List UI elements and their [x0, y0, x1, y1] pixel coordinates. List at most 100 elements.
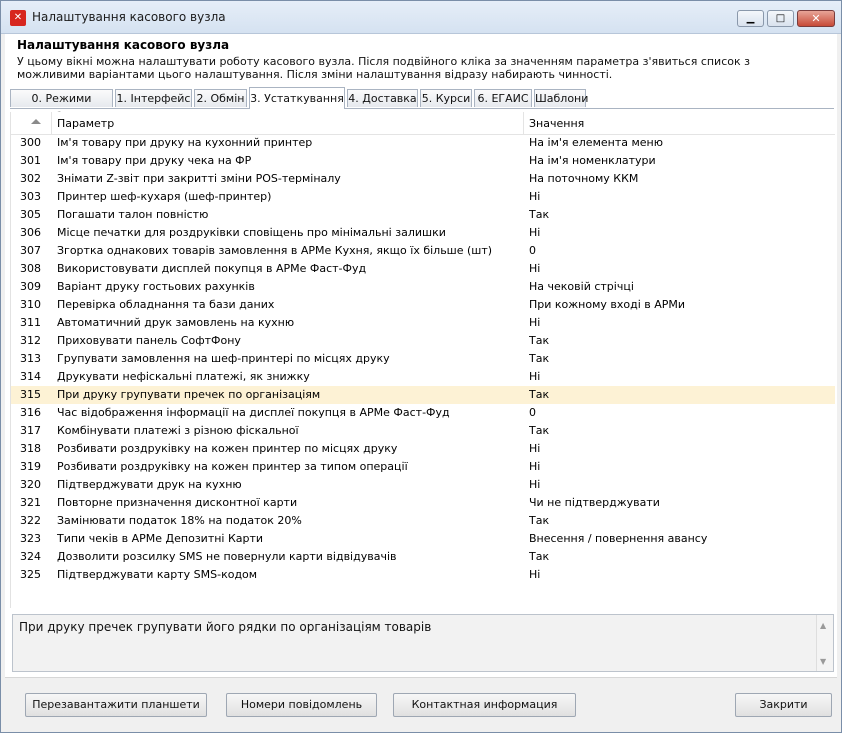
row-value[interactable]: Ні: [529, 458, 829, 476]
row-parameter: Розбивати роздруківку на кожен принтер п…: [57, 442, 398, 455]
column-header-parameter[interactable]: Параметр: [57, 117, 114, 130]
scroll-up-icon[interactable]: ▲: [820, 621, 826, 630]
tab-delivery[interactable]: 4. Доставка: [347, 89, 418, 107]
tab-templates[interactable]: Шаблони: [534, 89, 588, 107]
settings-window: ✕ Налаштування касового вузла ▁ □ ✕ Нала…: [0, 0, 842, 733]
row-value[interactable]: Ні: [529, 440, 829, 458]
tab-interface[interactable]: 1. Інтерфейс: [115, 89, 192, 107]
table-row[interactable]: 310 Перевірка обладнання та бази даних При…: [11, 296, 835, 314]
row-value[interactable]: При кожному вході в АРМи: [529, 296, 829, 314]
row-parameter: Перевірка обладнання та бази даних: [57, 298, 275, 311]
table-row[interactable]: 322 Замінювати податок 18% на податок 20%…: [11, 512, 835, 530]
table-row[interactable]: 301 Ім'я товару при друку чека на ФР На ім…: [11, 152, 835, 170]
description-scrollbar[interactable]: ▲ ▼: [816, 615, 833, 671]
row-value[interactable]: Внесення / повернення авансу: [529, 530, 829, 548]
row-value[interactable]: Чи не підтверджувати: [529, 494, 829, 512]
row-parameter: Дозволити розсилку SMS не повернули карт…: [57, 550, 397, 563]
row-number: 322: [20, 514, 41, 527]
close-window-button[interactable]: ✕: [797, 10, 835, 27]
row-value[interactable]: Ні: [529, 188, 829, 206]
settings-grid[interactable]: Параметр Значення 300 Ім'я товару при дру…: [10, 112, 835, 608]
table-row[interactable]: 308 Використовувати дисплей покупця в АРМ…: [11, 260, 835, 278]
row-parameter: Типи чеків в АРМе Депозитні Карти: [57, 532, 264, 545]
contact-info-button[interactable]: Контактная информация: [393, 693, 576, 717]
table-row[interactable]: 318 Розбивати роздруківку на кожен принте…: [11, 440, 835, 458]
row-value[interactable]: Ні: [529, 314, 829, 332]
table-row[interactable]: 319 Розбивати роздруківку на кожен принте…: [11, 458, 835, 476]
minimize-button[interactable]: ▁: [737, 10, 764, 27]
row-parameter: Принтер шеф-кухаря (шеф-принтер): [57, 190, 272, 203]
tab-egais[interactable]: 6. ЕГАИС: [474, 89, 532, 107]
tab-work-modes[interactable]: 0. Режими роботи: [10, 89, 113, 123]
table-row[interactable]: 324 Дозволити розсилку SMS не повернули к…: [11, 548, 835, 566]
row-number: 324: [20, 550, 41, 563]
row-parameter: Варіант друку гостьових рахунків: [57, 280, 255, 293]
table-row[interactable]: 302 Знімати Z-звіт при закритті зміни POS…: [11, 170, 835, 188]
table-row[interactable]: 306 Місце печатки для роздруківки сповіще…: [11, 224, 835, 242]
table-row[interactable]: 323 Типи чеків в АРМе Депозитні Карти Внес…: [11, 530, 835, 548]
row-value[interactable]: Так: [529, 512, 829, 530]
row-value[interactable]: На ім'я номенклатури: [529, 152, 829, 170]
column-header-value[interactable]: Значення: [529, 117, 584, 130]
row-number: 305: [20, 208, 41, 221]
reload-tablets-button[interactable]: Перезавантажити планшети: [25, 693, 207, 717]
maximize-button[interactable]: □: [767, 10, 794, 27]
close-icon: ✕: [811, 12, 821, 25]
row-parameter: Замінювати податок 18% на податок 20%: [57, 514, 302, 527]
row-value[interactable]: Так: [529, 422, 829, 440]
sort-ascending-icon[interactable]: [31, 119, 41, 124]
table-row[interactable]: 303 Принтер шеф-кухаря (шеф-принтер) Ні: [11, 188, 835, 206]
title-bar[interactable]: ✕ Налаштування касового вузла ▁ □ ✕: [1, 1, 841, 34]
tab-equipment[interactable]: 3. Устаткування: [249, 87, 345, 109]
row-number: 323: [20, 532, 41, 545]
scroll-down-icon[interactable]: ▼: [820, 657, 826, 666]
row-value[interactable]: Ні: [529, 368, 829, 386]
parameter-description-box[interactable]: При друку пречек групувати його рядки по…: [12, 614, 834, 672]
row-value[interactable]: Ні: [529, 224, 829, 242]
table-row[interactable]: 317 Комбінувати платежі з різною фіскальн…: [11, 422, 835, 440]
row-number: 307: [20, 244, 41, 257]
row-value[interactable]: 0: [529, 404, 829, 422]
row-parameter: Підтверджувати карту SMS-кодом: [57, 568, 258, 581]
row-value[interactable]: На ім'я елемента меню: [529, 134, 829, 152]
row-number: 308: [20, 262, 41, 275]
close-button[interactable]: Закрити: [735, 693, 832, 717]
row-number: 301: [20, 154, 41, 167]
column-separator[interactable]: [523, 112, 524, 134]
table-row[interactable]: 307 Згортка однакових товарів замовлення …: [11, 242, 835, 260]
row-parameter: Місце печатки для роздруківки сповіщень …: [57, 226, 446, 239]
row-parameter: Групувати замовлення на шеф-принтері по …: [57, 352, 390, 365]
table-row[interactable]: 311 Автоматичний друк замовлень на кухню Н…: [11, 314, 835, 332]
row-value[interactable]: Ні: [529, 260, 829, 278]
message-numbers-button[interactable]: Номери повідомлень: [226, 693, 377, 717]
row-value[interactable]: Так: [529, 386, 829, 404]
table-row[interactable]: 305 Погашати талон повністю Так: [11, 206, 835, 224]
row-number: 312: [20, 334, 41, 347]
table-row[interactable]: 300 Ім'я товару при друку на кухонний при…: [11, 134, 835, 152]
tab-rates[interactable]: 5. Курси: [420, 89, 472, 107]
column-separator[interactable]: [51, 112, 52, 134]
table-row[interactable]: 325 Підтверджувати карту SMS-кодом Ні: [11, 566, 835, 584]
table-row[interactable]: 320 Підтверджувати друк на кухню Ні: [11, 476, 835, 494]
table-row[interactable]: 312 Приховувати панель СофтФону Так: [11, 332, 835, 350]
row-value[interactable]: Так: [529, 332, 829, 350]
row-value[interactable]: На чековій стрічці: [529, 278, 829, 296]
row-parameter: При друку групувати пречек по організаці…: [57, 388, 321, 401]
table-row[interactable]: 313 Групувати замовлення на шеф-принтері …: [11, 350, 835, 368]
row-value[interactable]: На поточному ККМ: [529, 170, 829, 188]
row-value[interactable]: Так: [529, 350, 829, 368]
table-row[interactable]: 314 Друкувати нефіскальні платежі, як зни…: [11, 368, 835, 386]
row-value[interactable]: Так: [529, 206, 829, 224]
table-row[interactable]: 316 Час відображення інформації на диспле…: [11, 404, 835, 422]
row-value[interactable]: 0: [529, 242, 829, 260]
table-row[interactable]: 321 Повторне призначення дисконтної карти…: [11, 494, 835, 512]
row-parameter: Повторне призначення дисконтної карти: [57, 496, 298, 509]
row-value[interactable]: Так: [529, 548, 829, 566]
tab-exchange[interactable]: 2. Обмін: [194, 89, 247, 107]
table-row[interactable]: 309 Варіант друку гостьових рахунків На че…: [11, 278, 835, 296]
row-parameter: Час відображення інформації на дисплеї п…: [57, 406, 450, 419]
row-value[interactable]: Ні: [529, 476, 829, 494]
row-parameter: Підтверджувати друк на кухню: [57, 478, 242, 491]
table-row-selected[interactable]: 315 При друку групувати пречек по організ…: [11, 386, 835, 404]
row-value[interactable]: Ні: [529, 566, 829, 584]
